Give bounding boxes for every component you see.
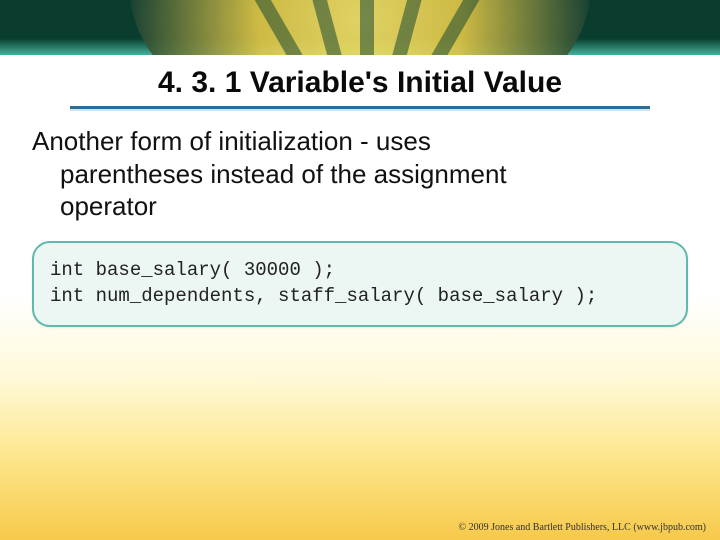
slide-title: 4. 3. 1 Variable's Initial Value xyxy=(0,62,720,106)
banner xyxy=(0,0,720,55)
banner-rib xyxy=(360,0,374,55)
paragraph-line: parentheses instead of the assignment xyxy=(32,158,688,191)
paragraph-line: Another form of initialization - uses xyxy=(32,126,431,156)
title-underline xyxy=(70,106,650,109)
code-line: int num_dependents, staff_salary( base_s… xyxy=(50,285,670,307)
paragraph-line: operator xyxy=(32,190,688,223)
title-block: 4. 3. 1 Variable's Initial Value xyxy=(0,62,720,109)
code-line: int base_salary( 30000 ); xyxy=(50,259,670,281)
copyright-footer: © 2009 Jones and Bartlett Publishers, LL… xyxy=(459,522,706,533)
paragraph: Another form of initialization - uses pa… xyxy=(32,125,688,223)
slide: 4. 3. 1 Variable's Initial Value Another… xyxy=(0,0,720,540)
code-box: int base_salary( 30000 ); int num_depend… xyxy=(32,241,688,327)
body: Another form of initialization - uses pa… xyxy=(32,125,688,327)
